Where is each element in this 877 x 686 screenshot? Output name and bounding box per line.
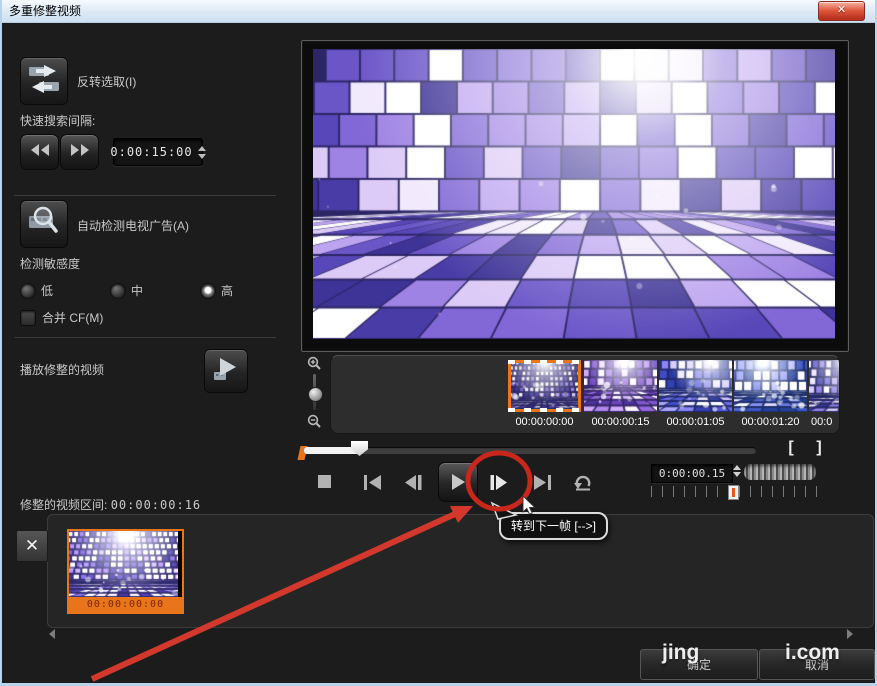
mark-out-label: ] bbox=[816, 439, 822, 456]
merge-cf-label: 合并 CF(M) bbox=[42, 311, 104, 325]
cancel-button[interactable]: 取消 bbox=[759, 649, 875, 680]
cancel-button-label: 取消 bbox=[804, 658, 829, 672]
mark-in-button[interactable]: [ bbox=[781, 438, 801, 458]
play-trimmed-button[interactable] bbox=[204, 349, 248, 393]
sensitivity-mid-label: 中 bbox=[131, 284, 144, 298]
scroll-right-icon[interactable] bbox=[847, 629, 853, 639]
separator bbox=[14, 195, 276, 196]
invert-selection-label: 反转选取(I) bbox=[77, 75, 137, 89]
trim-range-value: 00:00:00:16 bbox=[110, 498, 202, 512]
zoom-in-icon[interactable] bbox=[307, 356, 322, 376]
tooltip-text: 转到下一帧 [-->] bbox=[511, 519, 597, 533]
previous-frame-icon bbox=[405, 474, 422, 490]
quick-search-interval-label: 快速搜索间隔: bbox=[20, 114, 96, 128]
radio-icon bbox=[20, 282, 36, 299]
timeline-thumbnail-1[interactable] bbox=[508, 360, 581, 412]
spinner-down-icon[interactable] bbox=[733, 472, 741, 477]
stop-icon bbox=[318, 475, 331, 488]
close-button[interactable]: ✕ bbox=[818, 1, 865, 21]
delete-icon: ✕ bbox=[24, 536, 40, 555]
scrubber-track[interactable] bbox=[304, 447, 756, 454]
go-to-start-icon bbox=[364, 474, 381, 490]
titlebar[interactable]: 多重修整视频 bbox=[2, 0, 875, 23]
ok-button[interactable]: 确定 bbox=[640, 649, 758, 680]
timeline-zoom-knob[interactable] bbox=[308, 387, 323, 402]
dialog-title: 多重修整视频 bbox=[9, 4, 82, 18]
detect-magnifier-icon bbox=[25, 203, 63, 246]
delete-clip-button[interactable]: ✕ bbox=[16, 530, 48, 562]
thumbnail-timestamp: 00:00:01:05 bbox=[666, 416, 725, 428]
spinner-up-icon[interactable] bbox=[197, 145, 206, 151]
preview-video bbox=[313, 49, 835, 339]
radio-icon bbox=[200, 282, 216, 299]
timeline-thumbnail-3[interactable] bbox=[659, 360, 732, 412]
separator bbox=[14, 337, 276, 338]
previous-frame-button[interactable] bbox=[400, 472, 426, 492]
thumbnail-timestamp: 00:00:01:20 bbox=[741, 416, 800, 428]
mark-in-label: [ bbox=[788, 439, 794, 456]
checkbox-icon[interactable] bbox=[20, 309, 36, 326]
fast-forward-icon bbox=[70, 143, 90, 161]
spinner-down-icon[interactable] bbox=[197, 153, 206, 159]
stop-button[interactable] bbox=[312, 472, 338, 492]
jog-wheel[interactable] bbox=[743, 463, 817, 481]
invert-selection-button[interactable] bbox=[20, 57, 68, 105]
trimmed-clip-item[interactable]: 00:00:00:00 bbox=[67, 529, 184, 614]
repeat-button[interactable] bbox=[570, 472, 596, 492]
playback-timecode-field[interactable]: 0:00:00.15 bbox=[651, 464, 733, 483]
timecode-spinner[interactable] bbox=[733, 465, 741, 477]
trim-range-label: 修整的视频区间: bbox=[20, 498, 108, 512]
sensitivity-high-label: 高 bbox=[221, 284, 234, 298]
playback-timecode-value: 0:00:00.15 bbox=[658, 467, 726, 480]
frame-ruler-marker[interactable] bbox=[728, 485, 739, 500]
interval-spinner[interactable] bbox=[197, 145, 206, 159]
auto-detect-ads-label: 自动检测电视广告(A) bbox=[77, 219, 189, 233]
mark-out-button[interactable]: ] bbox=[809, 438, 829, 458]
sensitivity-radio-low[interactable]: 低 bbox=[20, 282, 53, 299]
go-to-end-icon bbox=[534, 474, 551, 490]
zoom-out-icon[interactable] bbox=[307, 414, 322, 434]
search-interval-field[interactable]: 0:00:15:00 bbox=[110, 138, 206, 166]
play-button[interactable] bbox=[438, 462, 478, 502]
close-icon: ✕ bbox=[836, 4, 847, 16]
spinner-up-icon[interactable] bbox=[733, 465, 741, 470]
trim-range-row: 修整的视频区间: 00:00:00:16 bbox=[20, 496, 201, 513]
fast-forward-button[interactable] bbox=[60, 134, 99, 170]
ok-button-label: 确定 bbox=[686, 658, 711, 672]
sensitivity-label: 检测敏感度 bbox=[20, 257, 81, 271]
timeline-thumbnail-5[interactable] bbox=[809, 360, 839, 412]
next-frame-button[interactable] bbox=[486, 472, 512, 492]
radio-icon bbox=[110, 282, 126, 299]
play-icon bbox=[452, 474, 465, 490]
search-interval-value: 0:00:15:00 bbox=[110, 145, 193, 159]
play-film-icon bbox=[211, 354, 241, 389]
sensitivity-radio-high[interactable]: 高 bbox=[200, 282, 233, 299]
sensitivity-low-label: 低 bbox=[41, 284, 54, 298]
go-to-start-button[interactable] bbox=[360, 472, 386, 492]
thumbnail-timestamp: 00:00:00:15 bbox=[591, 416, 650, 428]
multi-trim-video-dialog: 多重修整视频 ✕ 反转选取(I) 快速搜索间隔: 0:00:15:00 自动检测… bbox=[0, 0, 877, 686]
auto-detect-ads-button[interactable] bbox=[20, 200, 68, 248]
invert-selection-icon bbox=[26, 61, 62, 102]
play-trimmed-label: 播放修整的视频 bbox=[20, 363, 105, 377]
next-frame-icon bbox=[490, 474, 507, 490]
rewind-button[interactable] bbox=[20, 134, 59, 170]
thumbnail-timestamp: 00:00:00:00 bbox=[515, 416, 574, 428]
clip-timestamp: 00:00:00:00 bbox=[69, 597, 182, 612]
timeline-thumbnail-2[interactable] bbox=[584, 360, 657, 412]
repeat-icon bbox=[574, 475, 591, 490]
rewind-icon bbox=[30, 143, 50, 161]
merge-cf-checkbox-row[interactable]: 合并 CF(M) bbox=[20, 309, 103, 326]
thumbnail-timestamp: 00:0 bbox=[811, 416, 833, 428]
sensitivity-radio-mid[interactable]: 中 bbox=[110, 282, 143, 299]
timeline-storyboard[interactable]: 00:00:00:00 00:00:00:15 00:00:01:05 00:0… bbox=[330, 355, 840, 434]
timeline-thumbnail-4[interactable] bbox=[734, 360, 807, 412]
scroll-left-icon[interactable] bbox=[49, 629, 55, 639]
go-to-end-button[interactable] bbox=[529, 472, 555, 492]
next-frame-tooltip: 转到下一帧 [-->] bbox=[499, 512, 609, 540]
